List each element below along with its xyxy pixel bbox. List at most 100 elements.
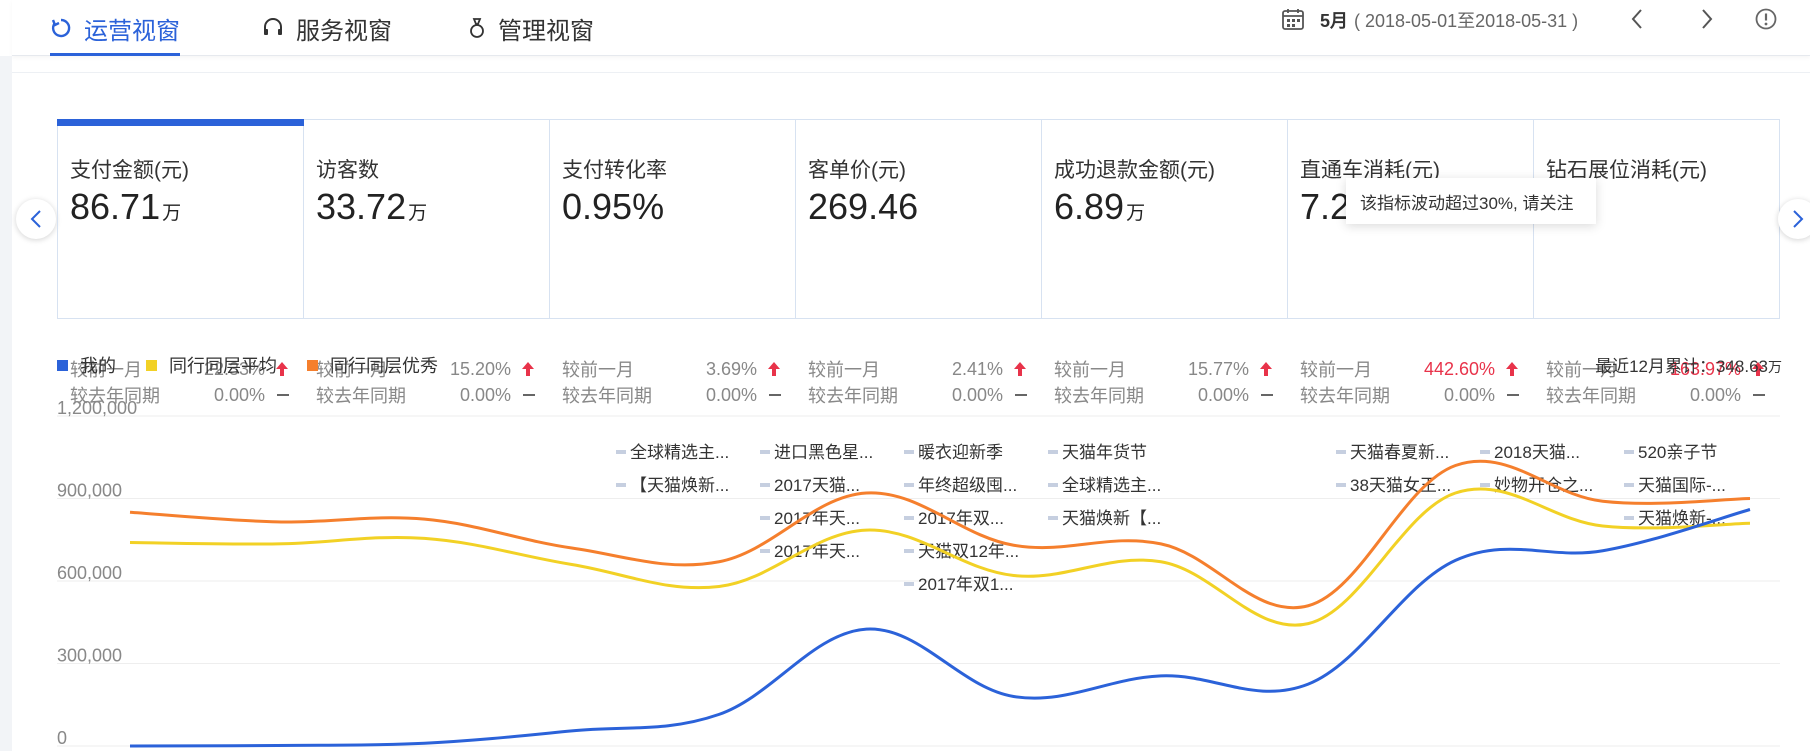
metric-card[interactable]: 支付转化率 0.95% 较前一月 3.69% 较去年同期 0.00%	[550, 120, 796, 406]
metric-title: 客单价(元)	[808, 159, 906, 182]
legend-swatch	[307, 359, 318, 371]
event-label[interactable]: 进口黑色星...	[774, 443, 873, 462]
y-tick-label: 300,000	[57, 646, 122, 666]
metric-card[interactable]: 支付金额(元) 86.71 万较前一月 22.33% 较去年同期 0.00%	[57, 119, 304, 406]
metric-card[interactable]: 成功退款金额(元) 6.89 万较前一月 15.77% 较去年同期 0.00%	[1042, 120, 1288, 406]
operations-icon	[50, 17, 72, 39]
metric-number: 269.46	[808, 186, 919, 227]
metric-title: 支付金额(元)	[70, 159, 189, 182]
metric-title: 支付转化率	[562, 159, 667, 182]
y-tick-label: 0	[57, 728, 67, 748]
metric-card[interactable]: 客单价(元) 269.46 较前一月 2.41% 较去年同期 0.00%	[796, 120, 1042, 406]
trend-up-icon	[1003, 361, 1027, 377]
metric-number: 0.95%	[562, 186, 665, 227]
legend-label: 同行同层平均	[169, 356, 277, 376]
event-label[interactable]: 2017天猫...	[774, 476, 860, 495]
metric-unit: 万	[1126, 203, 1146, 224]
total-label: 最近12月累计：348.63	[1595, 357, 1768, 376]
legend-swatch	[57, 359, 68, 371]
event-marker	[1624, 516, 1634, 520]
metric-value: 0.95%	[562, 186, 795, 230]
event-marker	[760, 549, 770, 553]
tab-service[interactable]: 服务视窗	[262, 0, 392, 56]
metric-title: 访客数	[316, 159, 379, 182]
metric-value: 269.46	[808, 186, 1041, 230]
event-label[interactable]: 38天猫女王...	[1350, 476, 1451, 495]
total-unit: 万	[1768, 359, 1782, 375]
legend-item-excellent[interactable]: 同行同层优秀	[307, 352, 438, 378]
event-label[interactable]: 天猫焕新【...	[1062, 509, 1161, 528]
legend-label: 我的	[80, 356, 116, 376]
trend-up-icon	[511, 361, 535, 377]
fluctuation-tooltip: 该指标波动超过30%, 请关注	[1346, 178, 1596, 224]
event-label[interactable]: 全球精选主...	[630, 443, 729, 462]
event-label[interactable]: 年终超级囤...	[918, 476, 1017, 495]
cards-next-button[interactable]	[1778, 199, 1810, 239]
event-marker	[1624, 450, 1634, 454]
trend-up-icon	[1249, 361, 1273, 377]
metric-unit: 万	[162, 203, 182, 224]
trend-up-icon	[757, 361, 781, 377]
management-icon	[468, 17, 486, 39]
chevron-left-icon	[1631, 9, 1642, 29]
event-label[interactable]: 2017年双1...	[918, 575, 1013, 594]
tab-label: 运营视窗	[84, 17, 180, 45]
event-marker	[760, 450, 770, 454]
event-label[interactable]: 全球精选主...	[1062, 476, 1161, 495]
date-range-text: ( 2018-05-01至2018-05-31 )	[1354, 11, 1579, 31]
y-tick-label: 600,000	[57, 563, 122, 583]
event-marker	[904, 549, 914, 553]
event-marker	[1336, 450, 1346, 454]
metric-number: 33.72	[316, 186, 407, 227]
legend-item-mine[interactable]: 我的	[57, 352, 116, 378]
info-button[interactable]	[1751, 4, 1781, 34]
event-marker	[1048, 516, 1058, 520]
event-marker	[904, 483, 914, 487]
tab-label: 服务视窗	[296, 17, 392, 45]
metric-number: 7.2	[1300, 186, 1351, 227]
calendar-icon[interactable]	[1281, 7, 1307, 33]
metric-card[interactable]: 访客数 33.72 万较前一月 15.20% 较去年同期 0.00%	[304, 120, 550, 406]
event-marker	[904, 450, 914, 454]
event-label[interactable]: 天猫双12年...	[918, 542, 1019, 561]
event-marker	[616, 483, 626, 487]
event-marker	[1480, 483, 1490, 487]
event-marker	[904, 516, 914, 520]
mom-label: 较前一月	[562, 360, 634, 380]
cards-prev-button[interactable]	[16, 199, 56, 239]
chevron-left-icon	[30, 210, 41, 228]
date-range[interactable]: 5月 ( 2018-05-01至2018-05-31 )	[1320, 0, 1578, 40]
event-label[interactable]: 天猫春夏新...	[1350, 443, 1449, 462]
tab-label: 管理视窗	[498, 17, 594, 45]
y-tick-label: 900,000	[57, 481, 122, 501]
event-label[interactable]: 【天猫焕新...	[630, 476, 729, 495]
event-marker	[760, 483, 770, 487]
divider	[12, 72, 1810, 73]
metric-number: 6.89	[1054, 186, 1125, 227]
legend-item-average[interactable]: 同行同层平均	[146, 352, 277, 378]
next-month-button[interactable]	[1692, 4, 1722, 34]
y-tick-label: 1,200,000	[57, 398, 137, 418]
mom-row: 较前一月 442.60%	[1300, 356, 1519, 382]
event-label[interactable]: 天猫国际-...	[1638, 476, 1726, 495]
prev-month-button[interactable]	[1622, 4, 1652, 34]
metric-unit: 万	[408, 203, 428, 224]
tab-management[interactable]: 管理视窗	[468, 0, 594, 56]
event-label[interactable]: 天猫年货节	[1062, 443, 1147, 462]
mom-percent: 2.41%	[951, 358, 1003, 379]
chevron-right-icon	[1793, 210, 1804, 228]
event-label[interactable]: 2017年天...	[774, 509, 860, 528]
metric-value: 6.89 万	[1054, 186, 1287, 230]
mom-percent: 15.77%	[1187, 358, 1249, 379]
event-label[interactable]: 2018天猫...	[1494, 443, 1580, 462]
mom-label: 较前一月	[1300, 360, 1372, 380]
event-marker	[1624, 483, 1634, 487]
event-marker	[904, 582, 914, 586]
event-label[interactable]: 暖衣迎新季	[918, 443, 1003, 462]
mom-label: 较前一月	[1054, 360, 1126, 380]
trend-line-chart: 1,200,000 900,000 600,000 300,000 0 全球精选主... 【…	[57, 398, 1780, 748]
event-label[interactable]: 520亲子节	[1638, 443, 1717, 462]
chevron-right-icon	[1702, 9, 1713, 29]
mom-row: 较前一月 2.41%	[808, 356, 1027, 382]
tab-operations[interactable]: 运营视窗	[50, 0, 180, 56]
